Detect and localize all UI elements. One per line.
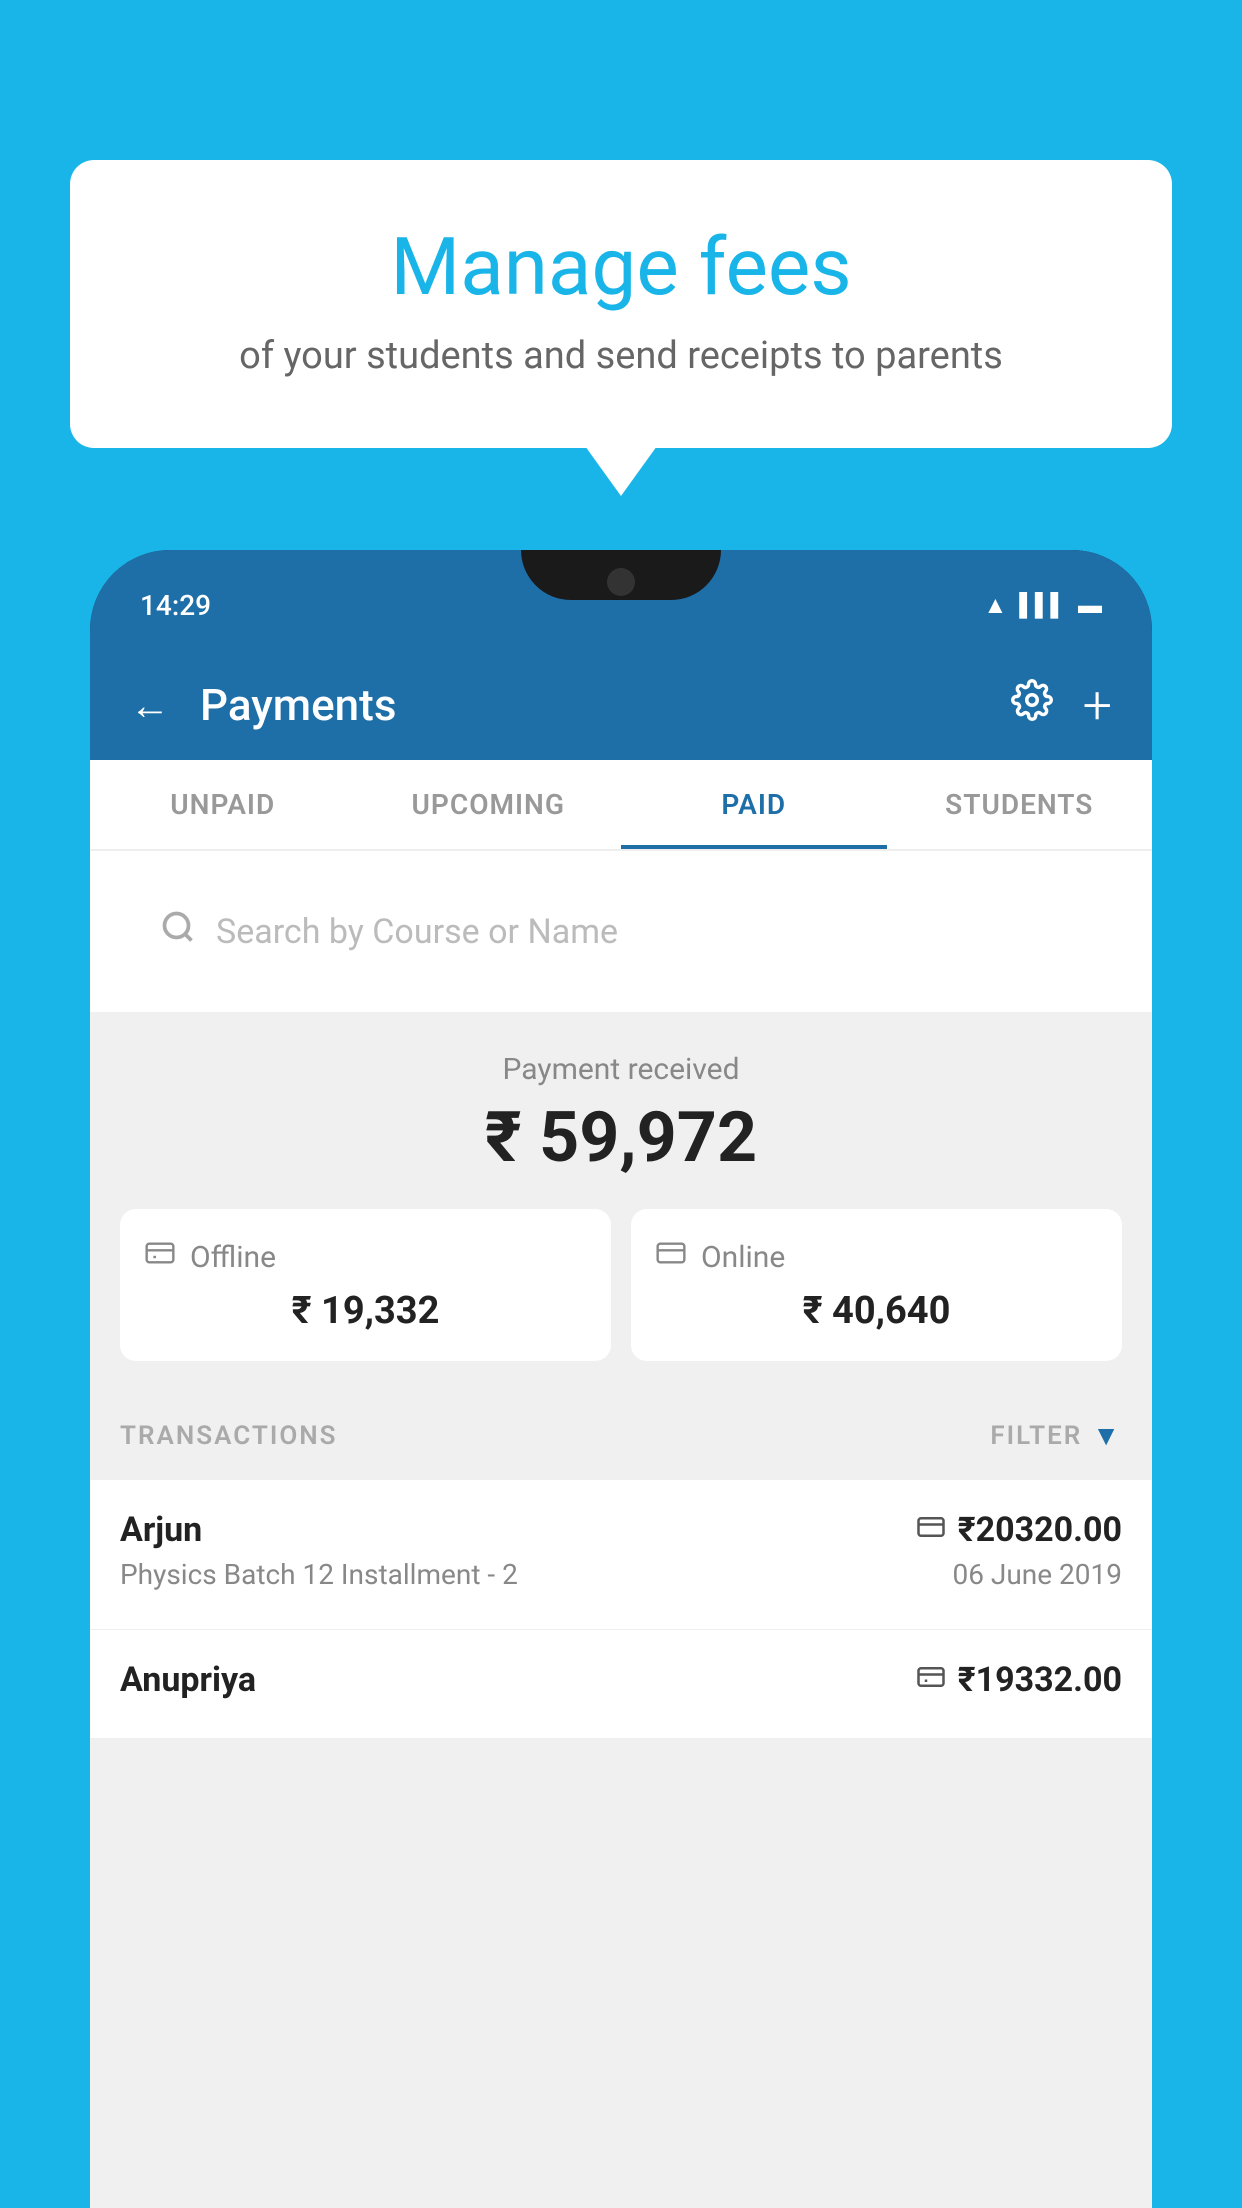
online-icon	[655, 1237, 687, 1277]
bubble-subtitle: of your students and send receipts to pa…	[150, 334, 1092, 378]
status-bar: 14:29 ▲ ▌▌▌ ▬	[90, 550, 1152, 650]
offline-amount: ₹ 19,332	[144, 1289, 587, 1333]
online-amount: ₹ 40,640	[655, 1289, 1098, 1333]
speech-bubble-container: Manage fees of your students and send re…	[70, 160, 1172, 448]
tabs: UNPAID UPCOMING PAID STUDENTS	[90, 760, 1152, 851]
payment-cards: Offline ₹ 19,332	[120, 1209, 1122, 1361]
payment-total-amount: ₹ 59,972	[120, 1097, 1122, 1179]
filter-label: FILTER	[990, 1421, 1082, 1451]
battery-icon: ▬	[1078, 591, 1102, 620]
transaction-date: 06 June 2019	[952, 1558, 1122, 1591]
transactions-label: TRANSACTIONS	[120, 1421, 338, 1451]
transaction-amount: ₹19332.00	[958, 1660, 1122, 1700]
student-name: Arjun	[120, 1510, 202, 1550]
phone-frame: 14:29 ▲ ▌▌▌ ▬ ← Payments	[90, 550, 1152, 2208]
transaction-amount-row: ₹19332.00	[916, 1660, 1122, 1700]
payment-received-label: Payment received	[120, 1052, 1122, 1087]
payment-summary: Payment received ₹ 59,972	[90, 1012, 1152, 1391]
online-label: Online	[701, 1240, 785, 1275]
back-button[interactable]: ←	[130, 682, 170, 729]
header-actions: +	[1011, 675, 1112, 736]
wifi-icon: ▲	[983, 591, 1007, 620]
tab-students[interactable]: STUDENTS	[887, 760, 1153, 849]
transaction-item[interactable]: Anupriya ₹19332.00	[90, 1630, 1152, 1739]
tab-unpaid[interactable]: UNPAID	[90, 760, 356, 849]
camera	[607, 568, 635, 596]
transaction-amount-row: ₹20320.00	[916, 1510, 1122, 1550]
offline-icon	[144, 1237, 176, 1277]
online-payment-icon	[916, 1512, 946, 1549]
transaction-amount: ₹20320.00	[958, 1510, 1122, 1550]
page-title: Payments	[200, 679, 981, 731]
add-icon[interactable]: +	[1083, 675, 1112, 736]
search-placeholder: Search by Course or Name	[216, 912, 618, 952]
tab-paid[interactable]: PAID	[621, 760, 887, 849]
transaction-item[interactable]: Arjun ₹20320.00 Physics Batch 12 Install…	[90, 1480, 1152, 1630]
offline-card: Offline ₹ 19,332	[120, 1209, 611, 1361]
course-info: Physics Batch 12 Installment - 2	[120, 1558, 518, 1591]
status-icons: ▲ ▌▌▌ ▬	[983, 591, 1102, 620]
offline-payment-icon	[916, 1662, 946, 1699]
online-card: Online ₹ 40,640	[631, 1209, 1122, 1361]
search-icon	[160, 909, 196, 954]
bubble-title: Manage fees	[150, 220, 1092, 314]
filter-button[interactable]: FILTER ▼	[990, 1419, 1122, 1452]
filter-icon: ▼	[1092, 1419, 1122, 1452]
offline-label: Offline	[190, 1240, 276, 1275]
tab-upcoming[interactable]: UPCOMING	[356, 760, 622, 849]
student-name: Anupriya	[120, 1660, 256, 1700]
speech-bubble: Manage fees of your students and send re…	[70, 160, 1172, 448]
search-bar[interactable]: Search by Course or Name	[130, 887, 1112, 976]
signal-icon: ▌▌▌	[1019, 592, 1066, 618]
phone-content: UNPAID UPCOMING PAID STUDENTS Search by …	[90, 760, 1152, 2208]
settings-icon[interactable]	[1011, 679, 1053, 731]
transactions-header: TRANSACTIONS FILTER ▼	[90, 1391, 1152, 1480]
status-time: 14:29	[140, 589, 211, 622]
app-header: ← Payments +	[90, 650, 1152, 760]
